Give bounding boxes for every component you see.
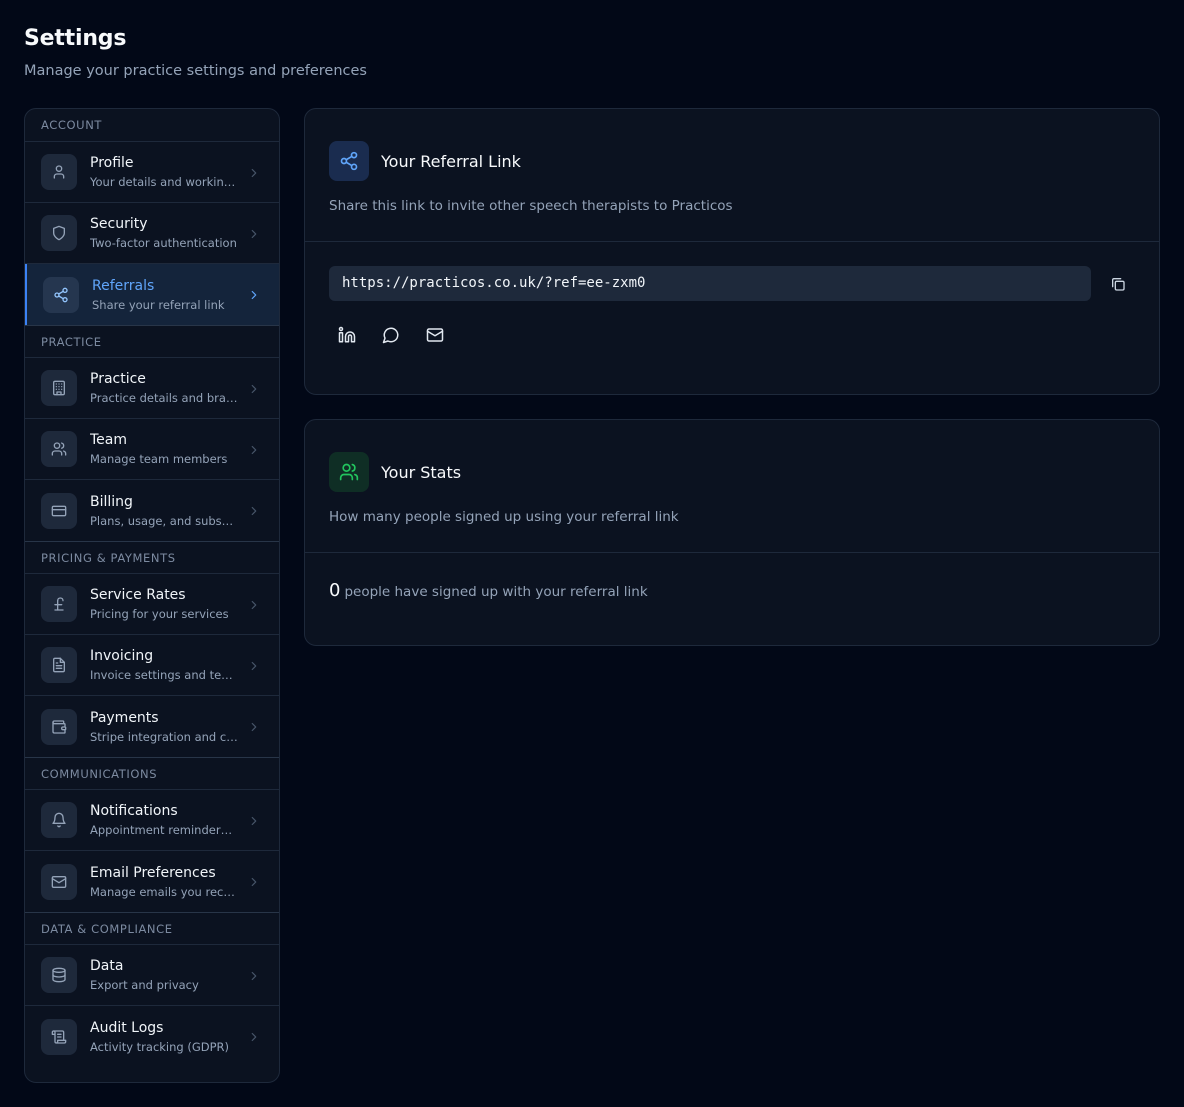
sidebar-item-description: Two-factor authentication [90,236,237,250]
sidebar-item-team[interactable]: Team Manage team members [25,419,279,480]
sidebar-section-header: COMMUNICATIONS [25,757,279,790]
stats-card-description: How many people signed up using your ref… [329,509,679,525]
sidebar-item-profile[interactable]: Profile Your details and working hours [25,142,279,203]
referral-link-card: Your Referral Link Share this link to in… [304,108,1160,395]
share-icon [43,276,79,313]
pound-icon [41,586,77,622]
sidebar-item-label: Payments [90,709,159,726]
scroll-icon [41,1018,77,1055]
copy-icon[interactable] [1108,274,1128,294]
sidebar-item-description: Manage emails you receive [90,884,238,899]
sidebar-item-data[interactable]: Data Export and privacy [25,945,279,1006]
sidebar-item-description: Manage team members [90,452,228,466]
credit-card-icon [41,492,77,529]
chevron-right-icon [247,287,261,301]
chevron-right-icon [247,874,261,888]
sidebar-item-label: Team [90,432,128,448]
sidebar-item-description: Export and privacy [90,978,199,992]
sidebar-item-notifications[interactable]: Notifications Appointment reminders and a… [25,790,279,851]
sidebar-item-label: Email Preferences [90,864,216,881]
stats-card-header: Your Stats How many people signed up usi… [305,420,1159,553]
sidebar-item-label: Service Rates [90,587,186,603]
sidebar-item-billing[interactable]: Billing Plans, usage, and subscription [25,480,279,541]
user-icon [41,154,77,190]
sidebar-section-header: PRICING & PAYMENTS [25,541,279,574]
chevron-right-icon [247,597,261,611]
shield-icon [41,215,77,251]
chevron-right-icon [247,968,261,982]
sidebar-item-description: Stripe integration and card payments [90,729,238,744]
stats-card: Your Stats How many people signed up usi… [304,419,1160,646]
stats-card-title: Your Stats [381,462,462,482]
chevron-right-icon [247,442,261,456]
mail-icon [41,863,77,900]
sidebar-item-email-preferences[interactable]: Email Preferences Manage emails you recei… [25,851,279,912]
sidebar-item-invoicing[interactable]: Invoicing Invoice settings and templates [25,635,279,696]
sidebar-item-description: Invoice settings and templates [90,668,238,682]
referral-link-field[interactable]: https://practicos.co.uk/?ref=ee-zxm0 [329,266,1091,301]
database-icon [41,957,77,993]
sidebar-item-label: Profile [90,155,134,171]
sidebar-item-description: Share your referral link [92,297,225,312]
page-header: Settings Manage your practice settings a… [24,26,367,79]
chevron-right-icon [247,1029,261,1043]
sidebar-item-security[interactable]: Security Two-factor authentication [25,203,279,264]
mail-icon[interactable] [425,325,445,345]
building-icon [41,370,77,406]
share-buttons [305,301,1159,345]
sidebar-section-header: ACCOUNT [25,109,279,142]
share-icon [329,141,369,181]
sidebar-item-description: Plans, usage, and subscription [90,513,238,528]
page-subtitle: Manage your practice settings and prefer… [24,63,367,79]
sidebar-item-label: Referrals [92,277,155,294]
signup-count: 0 [329,580,341,601]
settings-sidebar: ACCOUNT Profile Your details and working h… [24,108,280,1083]
sidebar-item-practice[interactable]: Practice Practice details and branding [25,358,279,419]
page-title: Settings [24,26,127,51]
chevron-right-icon [247,658,261,672]
chevron-right-icon [247,381,261,395]
sidebar-item-description: Practice details and branding [90,391,238,405]
referral-card-description: Share this link to invite other speech t… [329,198,733,214]
chevron-right-icon [247,813,261,827]
sidebar-item-label: Practice [90,371,146,387]
sidebar-item-payments[interactable]: Payments Stripe integration and card paym… [25,696,279,757]
sidebar-item-referrals[interactable]: Referrals Share your referral link [25,264,279,325]
referral-card-header: Your Referral Link Share this link to in… [305,109,1159,242]
bell-icon [41,802,77,838]
sidebar-section-header: DATA & COMPLIANCE [25,912,279,945]
sidebar-item-service-rates[interactable]: Service Rates Pricing for your services [25,574,279,635]
sidebar-item-label: Billing [90,493,133,510]
sidebar-item-label: Data [90,958,124,974]
wallet-icon [41,708,77,745]
file-text-icon [41,647,77,683]
sidebar-item-description: Appointment reminders and alerts [90,823,238,837]
chevron-right-icon [247,719,261,733]
sidebar-item-description: Your details and working hours [90,175,238,189]
sidebar-item-label: Notifications [90,803,178,819]
sidebar-item-description: Activity tracking (GDPR) [90,1039,230,1054]
sidebar-item-description: Pricing for your services [90,607,229,621]
sidebar-item-label: Invoicing [90,648,154,664]
sidebar-item-audit-logs[interactable]: Audit Logs Activity tracking (GDPR) [25,1006,279,1067]
chevron-right-icon [247,165,261,179]
users-icon [41,431,77,467]
chevron-right-icon [247,226,261,240]
sidebar-item-label: Audit Logs [90,1019,164,1036]
users-icon [329,452,369,492]
sidebar-item-label: Security [90,216,148,232]
sidebar-section-header: PRACTICE [25,325,279,358]
signup-count-text: people have signed up with your referral… [344,584,648,600]
referral-card-title: Your Referral Link [381,151,521,171]
linkedin-icon[interactable] [337,325,357,345]
chevron-right-icon [247,503,261,517]
whatsapp-icon[interactable] [381,325,401,345]
